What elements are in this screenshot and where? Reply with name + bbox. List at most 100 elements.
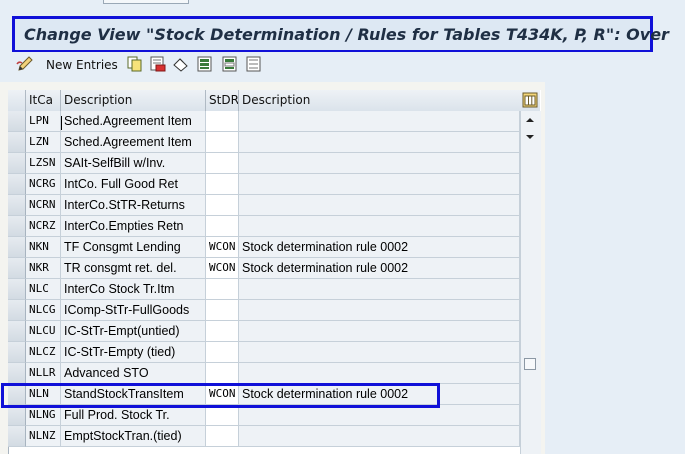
table-settings-icon[interactable] [522,92,538,108]
row-selector[interactable] [8,384,26,405]
stock-determination-rule-input[interactable]: WCON [206,384,239,405]
column-header-description[interactable]: Description [61,90,206,111]
table-row[interactable]: NCRZ InterCo.Empties Retn [8,216,520,237]
item-category-cell[interactable]: NLNZ [26,426,61,447]
item-category-cell[interactable]: NLNG [26,405,61,426]
row-selector[interactable] [8,363,26,384]
column-header-itca[interactable]: ItCa [26,90,61,111]
stock-determination-rule-input[interactable] [206,405,239,426]
select-all-rows[interactable] [8,90,26,111]
page-title: Change View "Stock Determination / Rules… [24,25,669,44]
stock-determination-rule-input[interactable] [206,174,239,195]
item-category-cell[interactable]: NLCG [26,300,61,321]
delete-icon[interactable] [149,55,167,73]
column-header-stdr[interactable]: StDR [206,90,239,111]
item-category-cell[interactable]: NLCZ [26,342,61,363]
item-category-cell[interactable]: NCRZ [26,216,61,237]
table-row[interactable]: NLCG IComp-StTr-FullGoods [8,300,520,321]
stock-determination-rule-input[interactable] [206,300,239,321]
column-header-rule-description[interactable]: Description [239,90,520,111]
table-row[interactable]: NLNZ EmptStockTran.(tied) [8,426,520,447]
stock-determination-rule-input[interactable]: WCON [206,258,239,279]
stock-determination-rule-input[interactable] [206,342,239,363]
table-row[interactable]: NLNG Full Prod. Stock Tr. [8,405,520,426]
rule-description-cell [239,426,520,447]
undo-icon[interactable] [172,55,190,73]
row-selector[interactable] [8,258,26,279]
row-selector[interactable] [8,279,26,300]
item-category-description-cell: Sched.Agreement Item [61,111,206,132]
row-selector[interactable] [8,216,26,237]
row-selector[interactable] [8,300,26,321]
rule-description-cell [239,174,520,195]
row-selector[interactable] [8,321,26,342]
stock-determination-rule-input[interactable] [206,132,239,153]
stock-determination-rule-input[interactable] [206,216,239,237]
deselect-all-icon[interactable] [245,55,263,73]
table-row[interactable]: NKN TF Consgmt Lending WCON Stock determina… [8,237,520,258]
item-category-cell[interactable]: NLCU [26,321,61,342]
table-row[interactable]: NCRN InterCo.StTR-Returns [8,195,520,216]
item-category-description-cell: Sched.Agreement Item [61,132,206,153]
table-row[interactable]: NCRG IntCo. Full Good Ret [8,174,520,195]
item-category-description-cell: SAIt-SelfBill w/Inv. [61,153,206,174]
item-category-cell[interactable]: NLN [26,384,61,405]
row-selector[interactable] [8,237,26,258]
stock-determination-rule-input[interactable] [206,279,239,300]
table-row[interactable]: LZSN SAIt-SelfBill w/Inv. [8,153,520,174]
rule-description-cell [239,111,520,132]
item-category-description-cell: InterCo.StTR-Returns [61,195,206,216]
scrollbar-thumb[interactable] [524,358,536,370]
scroll-up-icon[interactable] [524,114,536,126]
row-selector[interactable] [8,132,26,153]
row-selector[interactable] [8,174,26,195]
stock-determination-rule-input[interactable] [206,321,239,342]
edit-icon[interactable] [16,55,36,73]
item-category-cell[interactable]: LZN [26,132,61,153]
item-category-description-cell: TR consgmt ret. del. [61,258,206,279]
copy-icon[interactable] [126,55,144,73]
select-block-icon[interactable] [221,55,239,73]
table-row[interactable]: LPN Sched.Agreement Item [8,111,520,132]
item-category-description-cell: InterCo.Empties Retn [61,216,206,237]
row-selector[interactable] [8,405,26,426]
row-selector[interactable] [8,426,26,447]
rule-description-cell [239,153,520,174]
item-category-cell[interactable]: LZSN [26,153,61,174]
rule-description-cell: Stock determination rule 0002 [239,237,520,258]
stock-determination-rule-input[interactable]: WCON [206,237,239,258]
item-category-cell[interactable]: NLLR [26,363,61,384]
table-row[interactable]: NLLR Advanced STO [8,363,520,384]
scroll-down-icon[interactable] [524,131,536,143]
row-selector[interactable] [8,153,26,174]
item-category-cell[interactable]: NKN [26,237,61,258]
stock-determination-rule-input[interactable] [206,195,239,216]
item-category-cell[interactable]: NKR [26,258,61,279]
new-entries-button[interactable]: New Entries [46,58,118,72]
row-selector[interactable] [8,342,26,363]
stock-determination-rule-input[interactable] [206,111,239,132]
row-selector[interactable] [8,195,26,216]
vertical-scrollbar[interactable] [520,111,541,454]
table-row[interactable]: NLCU IC-StTr-Empt(untied) [8,321,520,342]
table-row[interactable]: NLC InterCo Stock Tr.Itm [8,279,520,300]
item-category-description-cell: IComp-StTr-FullGoods [61,300,206,321]
stock-determination-rule-input[interactable] [206,363,239,384]
table-row[interactable]: NKR TR consgmt ret. del. WCON Stock determi… [8,258,520,279]
item-category-cell[interactable]: NCRN [26,195,61,216]
rule-description-cell [239,405,520,426]
item-category-cell[interactable]: LPN [26,111,61,132]
item-category-cell[interactable]: NCRG [26,174,61,195]
select-all-icon[interactable] [196,55,214,73]
toolbar: New Entries [0,52,685,78]
item-category-description-cell: IC-StTr-Empty (tied) [61,342,206,363]
title-highlight-box: Change View "Stock Determination / Rules… [12,16,669,53]
table-row[interactable]: LZN Sched.Agreement Item [8,132,520,153]
rule-description-cell [239,321,520,342]
table-row[interactable]: NLN StandStockTransItem WCON Stock determin… [8,384,520,405]
stock-determination-rule-input[interactable] [206,426,239,447]
item-category-cell[interactable]: NLC [26,279,61,300]
stock-determination-rule-input[interactable] [206,153,239,174]
row-selector[interactable] [8,111,26,132]
table-row[interactable]: NLCZ IC-StTr-Empty (tied) [8,342,520,363]
